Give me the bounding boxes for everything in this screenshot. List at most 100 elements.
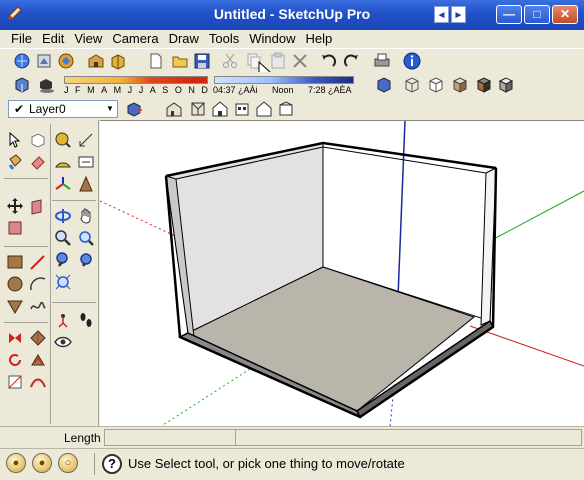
top-view-icon[interactable] <box>188 99 208 119</box>
follow-me-icon[interactable] <box>5 328 25 348</box>
rotate-tool-icon[interactable] <box>5 218 25 238</box>
make-component-icon[interactable] <box>28 130 48 150</box>
push-pull-icon[interactable] <box>28 196 48 216</box>
arc-tool-icon[interactable] <box>28 274 48 294</box>
3d-text-icon[interactable] <box>76 174 96 194</box>
signature-icon[interactable]: ○ <box>58 453 78 473</box>
menu-help[interactable]: Help <box>301 30 338 48</box>
modeling-viewport[interactable] <box>100 120 584 426</box>
menu-camera[interactable]: Camera <box>107 30 163 48</box>
menu-bar: File Edit View Camera Draw Tools Window … <box>0 30 584 48</box>
right-view-icon[interactable] <box>232 99 252 119</box>
polygon-tool-icon[interactable] <box>5 296 25 316</box>
current-layer-check-icon: ✔ <box>13 102 25 116</box>
walk-tool-icon[interactable] <box>76 310 96 330</box>
display-shadows-icon[interactable] <box>36 75 56 95</box>
chevron-down-icon[interactable]: ▼ <box>103 101 117 117</box>
back-view-icon[interactable] <box>254 99 274 119</box>
month-label: M <box>87 85 95 95</box>
line-tool-icon[interactable] <box>28 252 48 272</box>
vcb-input[interactable] <box>104 429 236 446</box>
paint-bucket-icon[interactable] <box>5 152 25 172</box>
move-tool-icon[interactable] <box>5 196 25 216</box>
credits-icon[interactable]: ● <box>32 453 52 473</box>
scale-tool-icon[interactable] <box>5 350 25 370</box>
front-view-icon[interactable] <box>210 99 230 119</box>
xray-icon[interactable] <box>374 75 394 95</box>
share-component-icon[interactable] <box>56 51 76 71</box>
title-bar: Untitled - SketchUp Pro ◄ ► — □ ✕ <box>0 0 584 30</box>
help-icon[interactable]: ? <box>102 454 122 474</box>
measurements-bar: Length <box>0 426 584 448</box>
undo-icon[interactable] <box>318 51 338 71</box>
eraser-icon[interactable] <box>28 152 48 172</box>
zoom-window-icon[interactable] <box>76 228 96 248</box>
menu-view[interactable]: View <box>69 30 107 48</box>
model-info-icon[interactable] <box>402 51 422 71</box>
hidden-line-icon[interactable] <box>426 75 446 95</box>
scroll-left-button[interactable]: ◄ <box>434 6 449 23</box>
left-view-icon[interactable] <box>276 99 296 119</box>
3d-warehouse-icon[interactable] <box>86 51 106 71</box>
select-tool-icon[interactable] <box>5 130 25 150</box>
viewport-canvas[interactable] <box>100 121 584 426</box>
tape-measure-icon[interactable] <box>53 130 73 150</box>
offset-tool-icon[interactable] <box>28 350 48 370</box>
time-noon-label: Noon <box>272 85 294 95</box>
iso-view-icon[interactable] <box>164 99 184 119</box>
vcb-spacer <box>236 429 582 446</box>
orbit-tool-icon[interactable] <box>53 206 73 226</box>
axes-tool-icon[interactable] <box>53 174 73 194</box>
zoom-extents-icon[interactable] <box>76 250 96 270</box>
redo-icon[interactable] <box>342 51 362 71</box>
zoom-all-icon[interactable] <box>53 272 73 292</box>
extension-warehouse-icon[interactable] <box>108 51 128 71</box>
geo-location-icon[interactable]: ● <box>6 453 26 473</box>
open-icon[interactable] <box>170 51 190 71</box>
pan-tool-icon[interactable] <box>76 206 96 226</box>
month-label: S <box>162 85 169 95</box>
save-icon[interactable] <box>192 51 212 71</box>
text-tool-icon[interactable] <box>76 152 96 172</box>
time-slider[interactable]: 04:37 ¿AÀi Noon 7:28 ¿AÈA <box>212 76 358 96</box>
zoom-tool-icon[interactable] <box>53 228 73 248</box>
freehand-tool-icon[interactable] <box>28 296 48 316</box>
get-models-icon[interactable] <box>12 51 32 71</box>
month-slider[interactable]: J F M A M J J A S O N D <box>62 76 210 96</box>
minimize-button[interactable]: — <box>496 5 522 24</box>
menu-draw[interactable]: Draw <box>164 30 204 48</box>
scroll-right-button[interactable]: ► <box>451 6 466 23</box>
shaded-textures-icon[interactable] <box>474 75 494 95</box>
shaded-icon[interactable] <box>450 75 470 95</box>
status-message: Use Select tool, or pick one thing to mo… <box>128 456 405 471</box>
zoom-previous-icon[interactable] <box>53 250 73 270</box>
sandbox-icon[interactable] <box>28 372 48 392</box>
intersect-icon[interactable] <box>28 328 48 348</box>
wireframe-icon[interactable] <box>402 75 422 95</box>
shadow-settings-icon[interactable] <box>12 75 32 95</box>
cut-icon[interactable] <box>220 51 240 71</box>
layer-manager-icon[interactable] <box>124 99 144 119</box>
share-model-icon[interactable] <box>34 51 54 71</box>
menu-edit[interactable]: Edit <box>37 30 69 48</box>
maximize-button[interactable]: □ <box>524 5 550 24</box>
print-icon[interactable] <box>372 51 392 71</box>
protractor-icon[interactable] <box>53 152 73 172</box>
menu-window[interactable]: Window <box>244 30 300 48</box>
erase-icon[interactable] <box>290 51 310 71</box>
position-camera-icon[interactable] <box>53 310 73 330</box>
flip-icon[interactable] <box>5 372 25 392</box>
new-icon[interactable] <box>146 51 166 71</box>
look-around-icon[interactable] <box>53 332 73 352</box>
status-divider <box>94 453 95 475</box>
layer-select[interactable]: ✔ Layer0 ▼ <box>8 100 118 118</box>
monochrome-icon[interactable] <box>496 75 516 95</box>
time-slider-track[interactable] <box>214 76 354 84</box>
rectangle-tool-icon[interactable] <box>5 252 25 272</box>
menu-file[interactable]: File <box>6 30 37 48</box>
close-button[interactable]: ✕ <box>552 5 578 24</box>
menu-tools[interactable]: Tools <box>204 30 244 48</box>
month-slider-track[interactable] <box>64 76 208 84</box>
circle-tool-icon[interactable] <box>5 274 25 294</box>
dimension-icon[interactable] <box>76 130 96 150</box>
